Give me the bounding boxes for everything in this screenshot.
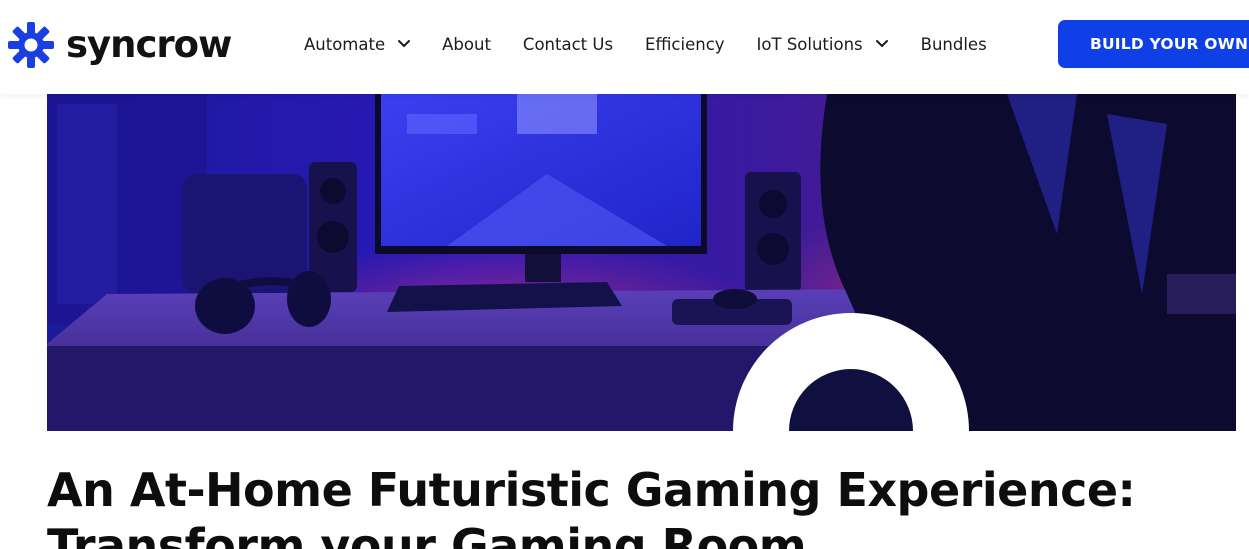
- nav-item-contact-us[interactable]: Contact Us: [523, 35, 613, 54]
- build-your-own-button[interactable]: BUILD YOUR OWN: [1058, 20, 1249, 68]
- brand-name: syncrow: [66, 23, 232, 66]
- nav-item-label: Efficiency: [645, 34, 725, 54]
- main-nav: Automate About Contact Us Efficiency IoT…: [304, 30, 987, 58]
- chevron-down-icon: [398, 40, 411, 48]
- nav-item-automate[interactable]: Automate: [304, 35, 411, 54]
- hero-image: [47, 94, 1236, 431]
- chevron-down-icon: [875, 40, 888, 48]
- gaming-room-image: [47, 94, 1236, 431]
- gear-icon: [8, 22, 54, 68]
- site-header: syncrow Automate About Contact Us Effici…: [0, 0, 1249, 94]
- nav-item-bundles[interactable]: Bundles: [921, 35, 987, 54]
- nav-item-about[interactable]: About: [442, 35, 491, 54]
- nav-item-iot-solutions[interactable]: IoT Solutions: [757, 35, 889, 54]
- nav-item-label: About: [442, 34, 491, 54]
- nav-item-efficiency[interactable]: Efficiency: [645, 35, 724, 54]
- logo[interactable]: syncrow: [6, 20, 232, 70]
- nav-item-label: Contact Us: [522, 34, 614, 54]
- article-title: An At-Home Futuristic Gaming Experience:…: [47, 463, 1136, 549]
- nav-item-label: IoT Solutions: [756, 34, 863, 54]
- nav-item-label: Automate: [304, 34, 386, 54]
- nav-item-label: Bundles: [920, 34, 987, 54]
